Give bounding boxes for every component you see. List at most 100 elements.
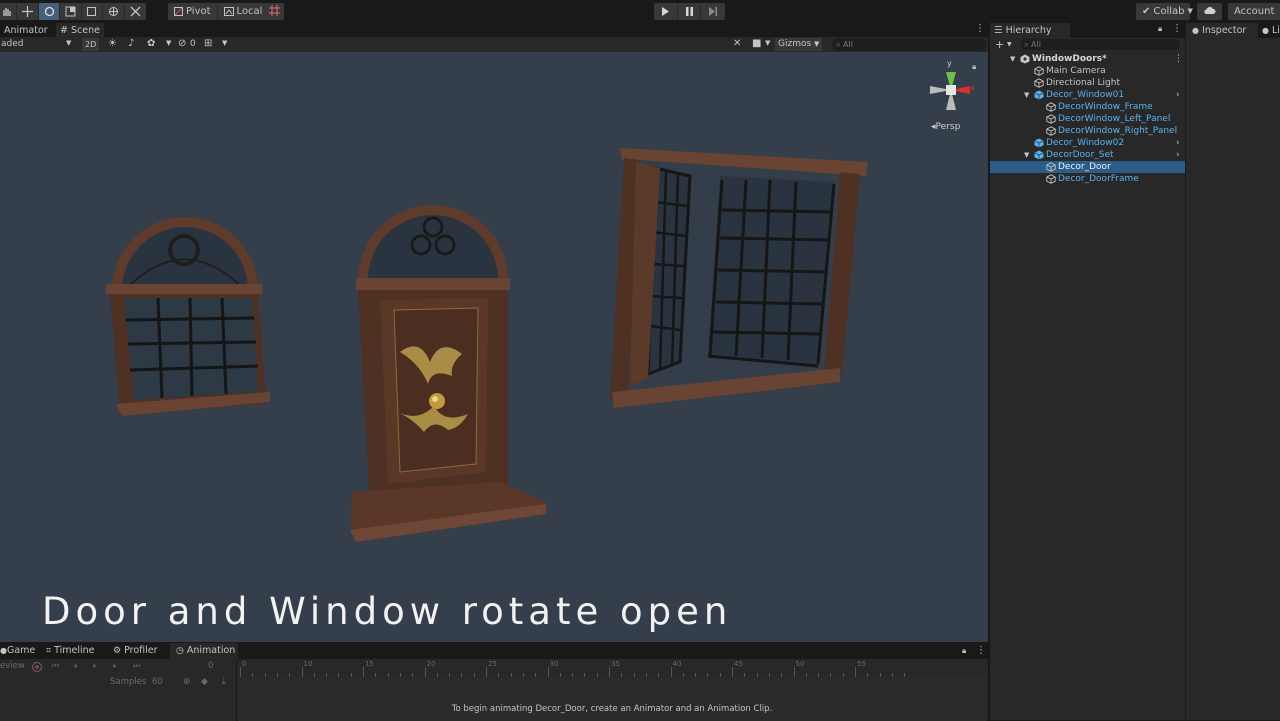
hand-tool-button[interactable] xyxy=(0,3,18,20)
create-add-button[interactable]: + xyxy=(995,38,1004,51)
scene-viewport[interactable]: y x 🔒︎ ◂Persp xyxy=(0,52,988,642)
lock-icon[interactable]: 🔒︎ xyxy=(962,643,966,659)
shading-mode-dropdown[interactable]: aded xyxy=(1,39,23,49)
scene-search-input[interactable]: ⌕ All xyxy=(832,38,986,51)
tab-profiler[interactable]: ⚙ Profiler xyxy=(113,643,158,659)
chevron-down-icon: ▼ xyxy=(814,40,820,48)
kebab-menu-icon[interactable]: ⋮ xyxy=(1174,53,1183,65)
hierarchy-item[interactable]: Directional Light xyxy=(990,77,1185,89)
cloud-button[interactable] xyxy=(1197,3,1222,20)
scene-search-placeholder: All xyxy=(843,40,853,49)
hierarchy-item[interactable]: ▼ WindowDoors* ⋮ xyxy=(990,53,1185,65)
add-event-icon[interactable]: ◆ xyxy=(201,677,208,687)
hierarchy-item[interactable]: Main Camera xyxy=(990,65,1185,77)
step-button[interactable] xyxy=(701,3,725,20)
local-label: Local xyxy=(236,6,263,17)
hierarchy-item[interactable]: DecorWindow_Left_Panel xyxy=(990,113,1185,125)
local-button[interactable]: Local xyxy=(218,3,269,20)
pause-button[interactable] xyxy=(678,3,702,20)
samples-field[interactable]: 60 xyxy=(152,677,163,687)
grid-toggle-icon[interactable]: ⊞ xyxy=(204,38,212,49)
hierarchy-item[interactable]: Decor_Window02 › xyxy=(990,137,1185,149)
profiler-icon: ⚙ xyxy=(113,646,122,656)
play-icon[interactable]: ▸ xyxy=(93,661,97,670)
frame-field[interactable]: 0 xyxy=(154,661,234,673)
timeline-ruler[interactable]: 0 10 15 20 25 30 35 40 45 50 55 xyxy=(238,659,986,677)
preview-toggle[interactable]: eview xyxy=(0,661,25,671)
play-button[interactable] xyxy=(654,3,678,20)
lock-icon[interactable]: 🔒︎ xyxy=(1158,24,1162,34)
hierarchy-panel: ☰ Hierarchy 🔒︎ ⋮ + ▼ ⌕ All ▼ WindowDoors*… xyxy=(989,23,1185,720)
tab-animation[interactable]: ◷ Animation xyxy=(170,643,238,659)
hierarchy-item[interactable]: Decor_DoorFrame xyxy=(990,173,1185,185)
hierarchy-item[interactable]: DecorWindow_Frame xyxy=(990,101,1185,113)
kebab-menu-icon[interactable]: ⋮ xyxy=(1172,23,1182,34)
hierarchy-item[interactable]: ▼ Decor_Window01 › xyxy=(990,89,1185,101)
camera-icon[interactable]: ■ xyxy=(752,38,761,49)
prev-keyframe-icon[interactable]: ◂ xyxy=(73,661,77,670)
hierarchy-item[interactable]: ▼ DecorDoor_Set › xyxy=(990,149,1185,161)
lock-icon[interactable]: 🔒︎ xyxy=(972,62,976,72)
open-prefab-arrow-icon[interactable]: › xyxy=(1176,137,1180,149)
gameobject-icon xyxy=(1046,126,1056,136)
custom-tool-button[interactable] xyxy=(125,3,146,20)
gizmo-y-label: y xyxy=(947,59,952,68)
expand-caret-icon[interactable]: ▼ xyxy=(1024,149,1029,161)
orientation-gizmo[interactable] xyxy=(930,72,970,110)
hierarchy-toolbar: + ▼ ⌕ All xyxy=(990,38,1185,52)
scene-visibility-icon[interactable]: ⊘ xyxy=(178,38,186,49)
move-tool-button[interactable] xyxy=(17,3,39,20)
kebab-menu-icon[interactable]: ⋮ xyxy=(976,643,986,659)
open-window-model[interactable] xyxy=(610,148,868,408)
collab-label: Collab xyxy=(1153,6,1185,17)
tab-lighting[interactable]: ● Li xyxy=(1262,23,1280,38)
play-controls xyxy=(654,3,725,20)
event-marker-icon[interactable]: ⇣ xyxy=(220,677,228,687)
add-keyframe-icon[interactable]: ⊕ xyxy=(183,677,191,687)
scale-tool-button[interactable] xyxy=(60,3,82,20)
hierarchy-item[interactable]: DecorWindow_Right_Panel xyxy=(990,125,1185,137)
transform-icon xyxy=(108,7,118,16)
dopesheet-area[interactable]: To begin animating Decor_Door, create an… xyxy=(238,677,986,721)
account-button[interactable]: Account xyxy=(1228,3,1280,20)
tab-game[interactable]: ●Game xyxy=(0,643,40,659)
2d-toggle-button[interactable]: 2D xyxy=(82,38,100,51)
record-icon[interactable] xyxy=(32,662,42,672)
pivot-button[interactable]: Pivot xyxy=(168,3,218,20)
ruler-tick xyxy=(424,667,426,677)
gizmos-dropdown[interactable]: Gizmos ▼ xyxy=(775,38,823,51)
last-keyframe-icon[interactable]: ⏭ xyxy=(133,661,140,671)
open-prefab-arrow-icon[interactable]: › xyxy=(1176,149,1180,161)
kebab-menu-icon[interactable]: ⋮ xyxy=(975,23,985,34)
tab-scene[interactable]: # Scene xyxy=(56,23,104,38)
first-keyframe-icon[interactable]: ⏮ xyxy=(52,661,59,671)
ruler-tick-label: 20 xyxy=(426,660,436,668)
open-prefab-arrow-icon[interactable]: › xyxy=(1176,89,1180,101)
expand-caret-icon[interactable]: ▼ xyxy=(1024,89,1029,101)
lighting-toggle-icon[interactable]: ☀ xyxy=(108,38,117,49)
hierarchy-search-input[interactable]: ⌕ All xyxy=(1020,39,1180,50)
effects-toggle-icon[interactable]: ✿ xyxy=(147,38,155,49)
transform-tool-button[interactable] xyxy=(103,3,125,20)
hierarchy-item-label: Decor_Window02 xyxy=(1046,138,1125,148)
door-model[interactable] xyxy=(350,205,546,542)
rotate-tool-button[interactable] xyxy=(38,3,61,20)
expand-caret-icon[interactable]: ▼ xyxy=(1010,53,1015,65)
rotate-icon xyxy=(44,6,54,17)
tab-hierarchy[interactable]: ☰ Hierarchy xyxy=(990,23,1070,38)
next-keyframe-icon[interactable]: ▸ xyxy=(113,661,117,670)
hidden-count: 0 xyxy=(190,39,196,49)
arched-window-model[interactable] xyxy=(106,217,270,416)
tab-inspector[interactable]: ● Inspector xyxy=(1186,23,1258,38)
collab-button[interactable]: ✔ Collab ▼ xyxy=(1136,3,1193,20)
tools-icon[interactable]: ✕ xyxy=(733,38,741,49)
rect-tool-button[interactable] xyxy=(82,3,104,20)
tab-timeline[interactable]: ⌗ Timeline xyxy=(46,643,95,659)
hierarchy-item[interactable]: Decor_Door xyxy=(990,161,1185,173)
grid-snap-icon xyxy=(268,5,280,16)
tab-animator[interactable]: Animator xyxy=(0,23,52,38)
grid-snap-button[interactable] xyxy=(264,3,284,20)
gamepad-icon: ● xyxy=(0,646,7,655)
perspective-toggle[interactable]: ◂Persp xyxy=(931,122,960,132)
audio-toggle-icon[interactable]: ♪ xyxy=(128,38,134,49)
